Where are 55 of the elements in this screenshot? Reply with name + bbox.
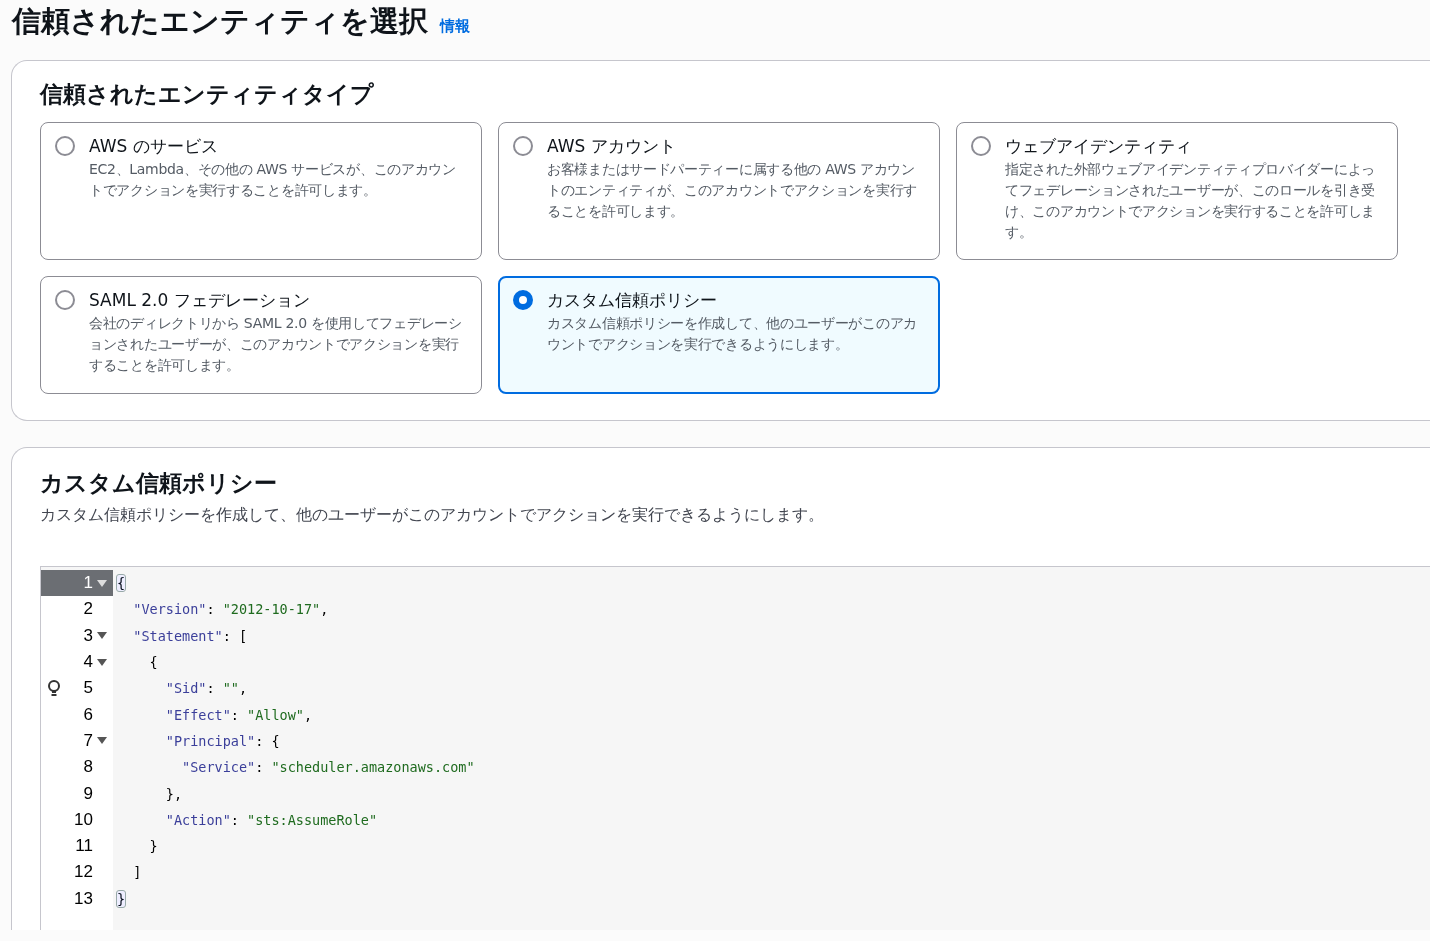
option-card[interactable]: カスタム信頼ポリシー カスタム信頼ポリシーを作成して、他のユーザーがこのアカウントでアクションを実行できるようにします。 [498,276,940,394]
section-heading: カスタム信頼ポリシー [40,469,278,498]
section-heading: 信頼されたエンティティタイプ [40,80,375,109]
option-card[interactable]: SAML 2.0 フェデレーション 会社のディレクトリから SAML 2.0 を使用してフェデレーションされたユーザーが、このアカウントでアクションを実行することを許可します。 [40,276,482,394]
radio-button[interactable] [55,290,75,310]
fold-caret-icon[interactable] [97,579,107,587]
option-description: 会社のディレクトリから SAML 2.0 を使用してフェデレーションされたユーザーが、このアカウントでアクションを実行することを許可します。 [89,314,463,375]
line-number: 4 [83,652,93,673]
line-number: 1 [83,573,93,594]
option-description: お客様またはサードパーティーに属する他の AWS アカウントのエンティティが、このアカウントでアクションを実行することを許可します。 [547,160,918,221]
line-number: 8 [83,757,93,778]
code-editor[interactable]: 1 2 3 4 5 6 7 8 9 10 11 12 13 { "Version": "2012-10-17", "Statement": [ { "Sid": "", "Effect": "Allow", "Principal": { "Service": "scheduler.amazonaws.com" }, "Action": "sts:AssumeRole" } ] } [40,566,1430,930]
option-description: カスタム信頼ポリシーを作成して、他のユーザーがこのアカウントでアクションを実行できるようにします。 [547,314,918,354]
fold-caret-icon[interactable] [97,632,107,640]
code-line: "Version": "2012-10-17", [132,600,330,620]
lightbulb-icon[interactable] [47,680,61,698]
code-line: { [148,653,159,673]
section-description: カスタム信頼ポリシーを作成して、他のユーザーがこのアカウントでアクションを実行できるようにします。 [40,505,825,526]
option-description: EC2、Lambda、その他の AWS サービスが、このアカウントでアクションを実行することを許可します。 [89,160,457,200]
line-number: 11 [75,836,93,857]
line-number: 6 [83,704,93,725]
fold-caret-icon[interactable] [97,658,107,666]
option-card[interactable]: AWS アカウント お客様またはサードパーティーに属する他の AWS アカウントのエンティティが、このアカウントでアクションを実行することを許可します。 [498,122,940,260]
page-title: 信頼されたエンティティを選択 [12,3,428,40]
line-number: 7 [83,730,93,751]
option-label: ウェブアイデンティティ [1005,135,1193,157]
code-line: "Action": "sts:AssumeRole" [164,810,379,830]
code-line: } [148,837,159,857]
option-label: AWS のサービス [89,135,219,157]
radio-button[interactable] [55,136,75,156]
line-number: 5 [83,678,93,699]
option-card[interactable]: AWS のサービス EC2、Lambda、その他の AWS サービスが、このアカウントでアクションを実行することを許可します。 [40,122,482,260]
option-label: カスタム信頼ポリシー [547,289,718,311]
radio-button[interactable] [971,136,991,156]
radio-button[interactable] [513,290,533,310]
option-label: SAML 2.0 フェデレーション [89,289,311,311]
fold-caret-icon[interactable] [97,737,107,745]
radio-button[interactable] [513,136,533,156]
line-number: 13 [74,888,93,909]
line-number: 10 [74,809,93,830]
line-number: 3 [83,625,93,646]
code-line: ] [132,863,143,883]
option-card[interactable]: ウェブアイデンティティ 指定された外部ウェブアイデンティティプロバイダーによってフェデレーションされたユーザーが、このロールを引き受け、このアカウントでアクションを実行することを許可します。 [956,122,1398,260]
code-line: }, [164,784,184,804]
code-line: "Statement": [ [132,626,249,646]
line-number: 12 [74,862,93,883]
line-number: 2 [83,599,93,620]
option-label: AWS アカウント [547,135,677,157]
option-description: 指定された外部ウェブアイデンティティプロバイダーによってフェデレーションされたユーザーが、このロールを引き受け、このアカウントでアクションを実行することを許可します。 [1005,160,1376,242]
line-number: 9 [83,783,93,804]
info-link[interactable]: 情報 [440,17,470,36]
code-line: "Service": "scheduler.amazonaws.com" [181,758,476,778]
code-line: "Principal": { [164,731,281,751]
code-line: "Effect": "Allow", [164,705,314,725]
code-line: "Sid": "", [164,679,249,699]
